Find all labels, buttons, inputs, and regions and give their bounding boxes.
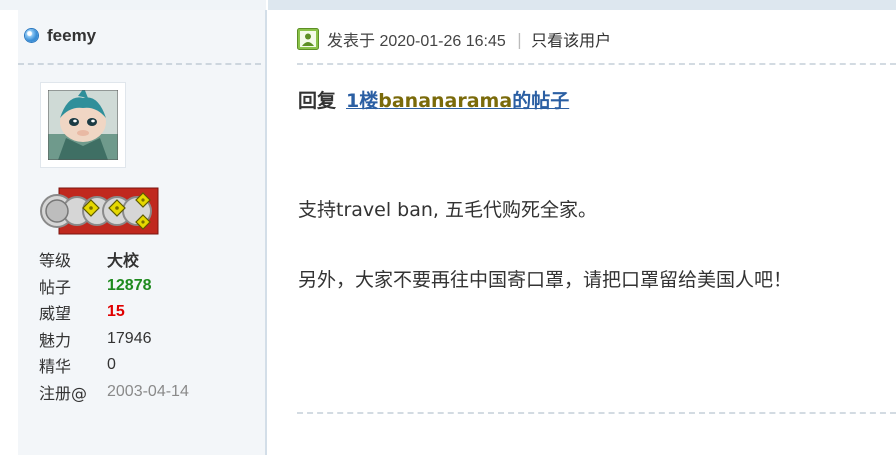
stat-label: 帖子 [39, 277, 72, 297]
avatar[interactable] [40, 82, 126, 168]
stat-registered: 注册@ 2003-04-14 [39, 379, 189, 406]
stat-value-rank: 大校 [107, 253, 140, 271]
stat-value-charm: 17946 [107, 329, 152, 347]
stat-value-registered: 2003-04-14 [107, 382, 189, 400]
online-status-icon [25, 29, 38, 42]
stat-value-posts: 12878 [107, 276, 152, 294]
post-divider-bottom [297, 412, 896, 414]
post-image-icon [297, 28, 319, 50]
stat-value-essence: 0 [107, 356, 116, 374]
user-stats: 等级 大校 帖子 12878 威望 15 魅力 17946 精华 0 注册@ 2… [39, 246, 189, 405]
top-bar-right [268, 0, 896, 10]
reply-prefix: 回复 [298, 90, 337, 112]
stat-essence: 精华 0 [39, 352, 189, 379]
top-bar-left [0, 0, 266, 10]
stat-label: 等级 [39, 251, 72, 271]
reply-title: 回复 1楼bananarama的帖子 [298, 86, 569, 113]
sidebar-divider [18, 63, 261, 65]
reply-target-link[interactable]: 1楼bananarama的帖子 [346, 90, 569, 112]
reply-suffix: 的帖子 [512, 90, 570, 112]
post-divider-top [297, 63, 896, 65]
stat-posts: 帖子 12878 [39, 273, 189, 300]
username[interactable]: feemy [47, 26, 96, 46]
reply-floor: 1楼 [346, 90, 379, 112]
stat-value-prestige: 15 [107, 303, 125, 321]
stat-label: 魅力 [39, 330, 72, 350]
stat-rank: 等级 大校 [39, 246, 189, 273]
rank-badge-icon [40, 187, 159, 235]
post-paragraph: 支持travel ban, 五毛代购死全家。 [298, 199, 597, 221]
stat-label: 精华 [39, 357, 72, 377]
stat-label: 威望 [39, 304, 72, 324]
reply-user: bananarama [378, 90, 513, 112]
avatar-image [48, 90, 118, 160]
stat-label: 注册@ [39, 383, 88, 403]
only-this-user-link[interactable]: 只看该用户 [531, 27, 611, 51]
post-timestamp: 发表于 2020-01-26 16:45 [327, 33, 506, 50]
post-paragraph: 另外，大家不要再往中国寄口罩，请把口罩留给美国人吧！ [298, 269, 793, 291]
post-header: 发表于 2020-01-26 16:45 | 只看该用户 [297, 27, 611, 51]
stat-prestige: 威望 15 [39, 299, 189, 326]
user-sidebar: feemy 等级 大校 帖子 12878 威望 15 魅力 17946 精华 0… [18, 10, 267, 455]
header-divider: | [516, 29, 523, 49]
stat-charm: 魅力 17946 [39, 326, 189, 353]
